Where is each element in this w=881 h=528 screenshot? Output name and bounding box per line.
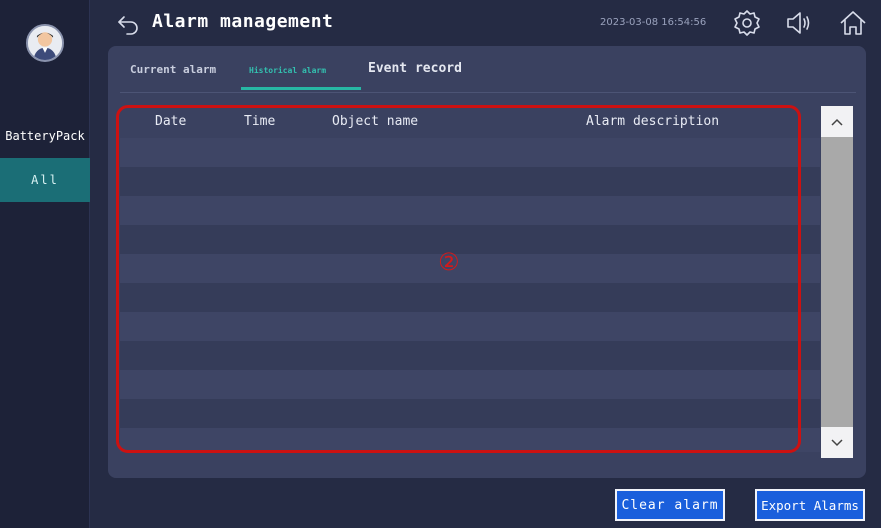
- column-header-object-name: Object name: [332, 114, 419, 129]
- table-row[interactable]: [120, 312, 820, 341]
- sidebar: BatteryPack All: [0, 0, 90, 528]
- alarm-table: Date Time Object name Alarm description: [120, 106, 820, 452]
- table-row[interactable]: [120, 341, 820, 370]
- tab-current-alarm[interactable]: Current alarm: [130, 63, 216, 76]
- active-tab-indicator: [241, 87, 361, 90]
- table-row[interactable]: [120, 196, 820, 225]
- back-arrow-icon[interactable]: [116, 11, 140, 35]
- chevron-down-icon: [831, 438, 843, 446]
- table-row[interactable]: [120, 167, 820, 196]
- column-header-alarm-description: Alarm description: [586, 114, 720, 129]
- column-header-date: Date: [155, 114, 187, 129]
- tab-historical-alarm[interactable]: Historical alarm: [249, 66, 326, 75]
- home-icon[interactable]: [838, 8, 868, 38]
- scroll-down-button[interactable]: [821, 427, 853, 458]
- tab-divider: [120, 92, 856, 93]
- scroll-up-button[interactable]: [821, 106, 853, 137]
- table-header: Date Time Object name Alarm description: [120, 106, 820, 138]
- sidebar-item-label: BatteryPack: [5, 129, 85, 143]
- page-title: Alarm management: [152, 11, 334, 32]
- table-row[interactable]: [120, 138, 820, 167]
- gear-icon[interactable]: [732, 8, 762, 38]
- table-row[interactable]: [120, 399, 820, 428]
- export-alarms-button[interactable]: Export Alarms: [755, 489, 865, 521]
- annotation-marker: ②: [438, 248, 460, 276]
- table-row[interactable]: [120, 254, 820, 283]
- sidebar-item-batterypack[interactable]: BatteryPack: [0, 116, 90, 156]
- table-row[interactable]: [120, 283, 820, 312]
- table-row[interactable]: [120, 225, 820, 254]
- table-row[interactable]: [120, 370, 820, 399]
- sidebar-item-all[interactable]: All: [0, 158, 90, 202]
- chevron-up-icon: [831, 118, 843, 126]
- table-row[interactable]: [120, 428, 820, 452]
- datetime-display: 2023-03-08 16:54:56: [600, 17, 707, 28]
- avatar[interactable]: [26, 24, 64, 62]
- speaker-icon[interactable]: [784, 8, 814, 38]
- header: Alarm management 2023-03-08 16:54:56: [90, 0, 881, 46]
- clear-alarm-button[interactable]: Clear alarm: [615, 489, 725, 521]
- tab-event-record[interactable]: Event record: [368, 61, 462, 76]
- table-scrollbar[interactable]: [821, 106, 853, 458]
- column-header-time: Time: [244, 114, 276, 129]
- sidebar-item-label: All: [31, 173, 59, 187]
- user-avatar-icon: [28, 26, 62, 60]
